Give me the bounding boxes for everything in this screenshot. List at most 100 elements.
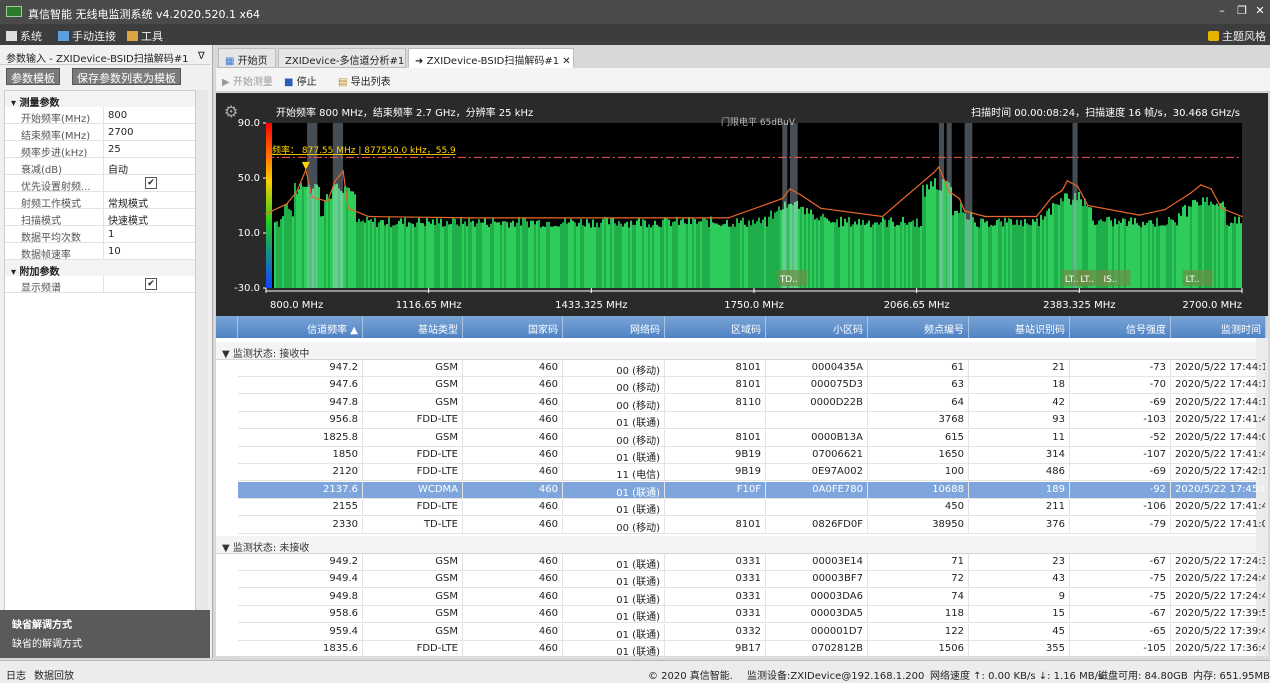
stop-button[interactable]: ■ 停止: [284, 73, 317, 88]
table-row[interactable]: 956.8 FDD-LTE 460 01 (联通) 3768 93 -103 2020/5/2…: [238, 412, 1266, 430]
column-header[interactable]: 信道频率 ▲: [238, 316, 363, 338]
param-template-button[interactable]: 参数模板: [6, 68, 60, 85]
menu-manual-connect[interactable]: 手动连接: [58, 28, 116, 44]
data-point: [819, 207, 822, 210]
param-row[interactable]: 显示频谱 ✔: [5, 276, 195, 294]
panel-scrollbar[interactable]: [196, 90, 208, 650]
column-header[interactable]: 小区码: [766, 316, 868, 338]
table-cell: 00003E14: [766, 554, 868, 571]
param-row[interactable]: 结束频率(MHz) 2700: [5, 124, 195, 142]
y-tick-label: 10.0: [238, 228, 260, 239]
column-header[interactable]: 频点编号: [868, 316, 969, 338]
tab-close-icon[interactable]: ✕: [562, 56, 570, 67]
param-row[interactable]: 射频工作模式 常规模式: [5, 192, 195, 210]
x-tick-label: 1750.0 MHz: [724, 300, 784, 311]
table-row[interactable]: 949.4 GSM 460 01 (联通) 0331 00003BF7 72 43 -75 202…: [238, 571, 1266, 589]
save-template-button[interactable]: 保存参数列表为模板: [72, 68, 181, 85]
param-row[interactable]: 数据平均次数 1: [5, 226, 195, 244]
table-row[interactable]: 2155 FDD-LTE 460 01 (联通) 450 211 -106 2020/5/22…: [238, 499, 1266, 517]
table-cell: 9: [969, 588, 1070, 606]
param-value[interactable]: 10: [103, 243, 195, 259]
param-value[interactable]: 常规模式: [103, 192, 195, 210]
minimize-icon[interactable]: –: [1212, 3, 1232, 19]
category-measure[interactable]: ▾ 测量参数: [5, 91, 195, 109]
spectrum-bar: [1140, 227, 1142, 288]
param-value[interactable]: 快速模式: [103, 209, 195, 227]
spectrum-bar: [736, 218, 738, 288]
menu-tools[interactable]: 工具: [127, 28, 163, 44]
table-row[interactable]: 949.8 GSM 460 01 (联通) 0331 00003DA6 74 9 -75 2020…: [238, 588, 1266, 606]
group-row[interactable]: ▼ 监测状态: 未接收: [216, 536, 1256, 554]
playback-button[interactable]: 数据回放: [34, 667, 74, 682]
column-header[interactable]: 基站识别码: [969, 316, 1070, 338]
table-row[interactable]: 2330 TD-LTE 460 00 (移动) 8101 0826FD0F 38950 376…: [238, 516, 1266, 534]
group-row[interactable]: ▼ 监测状态: 接收中: [216, 342, 1256, 360]
restore-icon[interactable]: ❐: [1232, 3, 1252, 19]
param-row[interactable]: 扫描模式 快速模式: [5, 209, 195, 227]
settings-gear-icon[interactable]: ⚙: [224, 102, 238, 121]
table-row[interactable]: 2137.6 WCDMA 460 01 (联通) F10F 0A0FE780 10688 18…: [238, 481, 1266, 499]
tab-multichannel[interactable]: ZXIDevice-多信道分析#1: [278, 48, 406, 68]
table-row[interactable]: 1835.6 FDD-LTE 460 01 (联通) 9B17 0702812B 1506 3…: [238, 641, 1266, 658]
spectrum-bar: [1164, 225, 1166, 288]
export-list-button[interactable]: ▤ 导出列表: [338, 73, 391, 88]
column-header[interactable]: 监测时间: [1171, 316, 1266, 338]
show-spectrum-checkbox[interactable]: ✔: [145, 278, 157, 290]
spectrum-bar: [718, 224, 720, 288]
spectrum-bar: [328, 199, 330, 288]
spectrum-bar: [548, 221, 550, 288]
table-row[interactable]: 949.2 GSM 460 01 (联通) 0331 00003E14 71 23 -67 202…: [238, 554, 1266, 571]
priority-rf-checkbox[interactable]: ✔: [145, 177, 157, 189]
table-row[interactable]: 958.6 GSM 460 01 (联通) 0331 00003DA5 118 15 -67 20…: [238, 606, 1266, 624]
param-row[interactable]: 优先设置射频... ✔: [5, 175, 195, 193]
table-row[interactable]: 2120 FDD-LTE 460 11 (电信) 9B19 0E97A002 100 486-…: [238, 464, 1266, 482]
table-cell: GSM: [363, 571, 463, 589]
menu-system[interactable]: 系统: [6, 28, 42, 44]
spectrum-bar: [822, 213, 824, 288]
start-measure-button[interactable]: ▶ 开始测量: [222, 73, 273, 88]
tab-start-page[interactable]: ▦ 开始页: [218, 48, 276, 68]
start-label: 开始测量: [232, 77, 273, 88]
spectrum-bar: [668, 219, 670, 288]
table-row[interactable]: 1825.8 GSM 460 00 (移动) 8101 0000B13A 615 11 -52 2…: [238, 429, 1266, 447]
spectrum-bar: [1056, 204, 1058, 288]
param-value[interactable]: 2700: [103, 124, 195, 140]
param-row[interactable]: 衰减(dB) 自动: [5, 158, 195, 176]
tab-bsid-scan[interactable]: ➜ ZXIDevice-BSID扫描解码#1 ✕: [408, 48, 574, 68]
spectrum-bar: [662, 219, 664, 288]
column-header[interactable]: 区域码: [665, 316, 766, 338]
param-row[interactable]: 频率步进(kHz) 25: [5, 141, 195, 159]
param-value[interactable]: 800: [103, 107, 195, 123]
table-header: 信道频率 ▲ 基站类型 国家码 网络码 区域码 小区码 频点编号 基站识别码 信号强度 监测时间: [216, 316, 1268, 338]
param-row[interactable]: 数据帧速率 10: [5, 243, 195, 261]
table-row[interactable]: 1850 FDD-LTE 460 01 (联通) 9B19 07006621 1650 314…: [238, 447, 1266, 464]
table-row[interactable]: 947.8 GSM 460 00 (移动) 8110 0000D22B 64 42 -69 202…: [238, 394, 1266, 412]
spectrum-bar: [1236, 223, 1238, 288]
table-row[interactable]: 947.6 GSM 460 00 (移动) 8101 000075D3 63 18 -70 202…: [238, 377, 1266, 395]
menu-theme[interactable]: 主题风格: [1208, 28, 1266, 44]
close-icon[interactable]: ✕: [1250, 3, 1270, 19]
column-header[interactable]: 信号强度: [1070, 316, 1171, 338]
spectrum-bar: [278, 226, 280, 288]
network-speed: 网络速度 ↑: 0.00 KB/s ↓: 1.16 MB/s: [930, 671, 1104, 682]
spectrum-bar: [954, 210, 956, 288]
param-value[interactable]: 1: [103, 226, 195, 242]
table-row[interactable]: 959.4 GSM 460 01 (联通) 0332 000001D7 122 45 -65 20…: [238, 623, 1266, 641]
param-value[interactable]: 自动: [103, 158, 195, 176]
category-extra[interactable]: ▾ 附加参数: [5, 260, 195, 278]
pin-icon[interactable]: ∇: [198, 51, 205, 62]
param-value[interactable]: 25: [103, 141, 195, 157]
menu-theme-label: 主题风格: [1222, 30, 1266, 43]
spectrum-chart[interactable]: ⚙ 开始频率 800 MHz，结束频率 2.7 GHz，分辨率 25 kHz 扫…: [216, 93, 1268, 316]
spectrum-bar: [930, 181, 932, 288]
column-header[interactable]: 网络码: [563, 316, 665, 338]
table-row[interactable]: 947.2 GSM 460 00 (移动) 8101 0000435A 61 21 -73 202…: [238, 360, 1266, 377]
log-button[interactable]: 日志: [6, 667, 26, 682]
spectrum-bar: [824, 217, 826, 288]
param-row[interactable]: 开始频率(MHz) 800: [5, 107, 195, 125]
column-header[interactable]: 基站类型: [363, 316, 463, 338]
column-header[interactable]: 国家码: [463, 316, 563, 338]
data-point: [948, 190, 950, 193]
spectrum-bar: [956, 210, 958, 288]
spectrum-bar: [1150, 220, 1152, 288]
